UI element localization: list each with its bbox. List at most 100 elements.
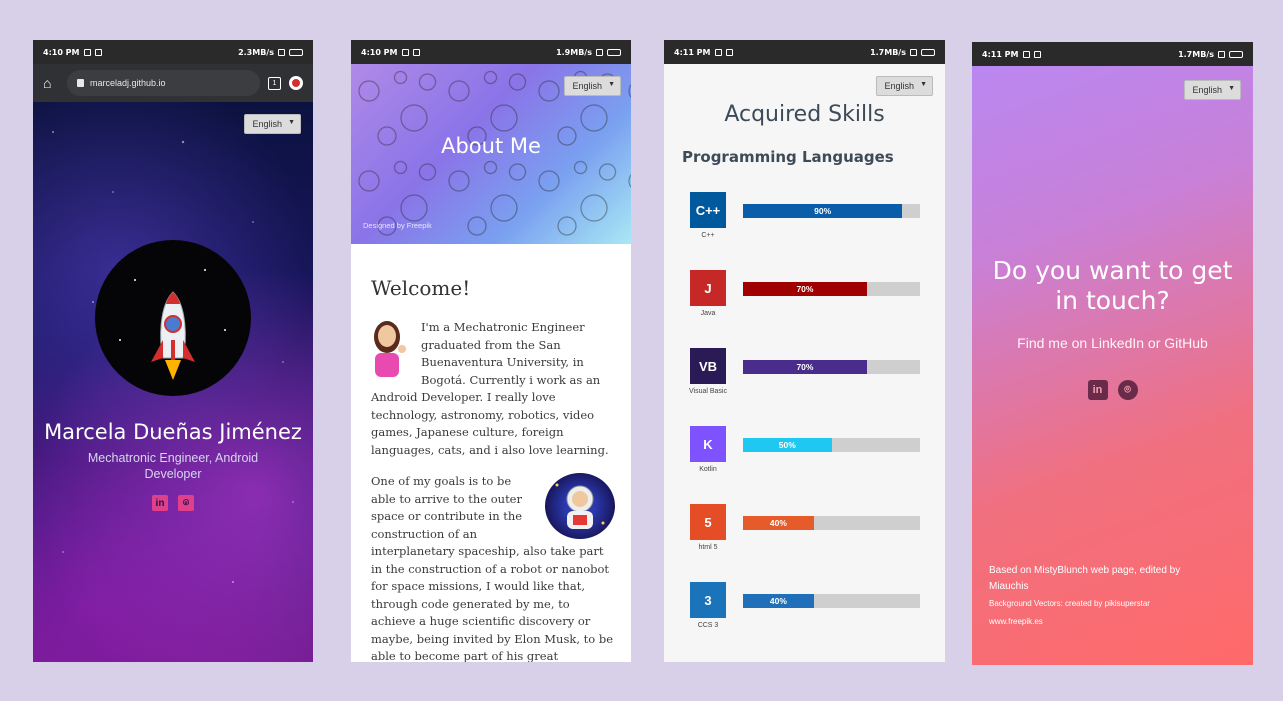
home-icon[interactable]: ⌂ (43, 75, 59, 91)
skill-progress-fill: 70% (743, 282, 867, 296)
dropdown-arrow-icon: ▼ (1228, 85, 1235, 92)
status-bar: 4:11 PM 1.7MB/s (972, 42, 1253, 66)
skill-logo: K Kotlin (688, 426, 728, 475)
network-speed: 2.3MB/s (238, 47, 274, 57)
signal-icon (910, 48, 917, 56)
battery-icon (921, 48, 935, 56)
skill-progress-bar: 40% (743, 594, 920, 608)
skill-progress-fill: 90% (743, 204, 903, 218)
phone-skills-screen: 4:11 PM 1.7MB/s English ▼ Acquired Skills… (664, 40, 945, 662)
battery-icon (607, 48, 621, 56)
skill-logo: 3 CCS 3 (688, 582, 728, 631)
skill-row: K Kotlin 50% (664, 426, 945, 486)
screen-icon (725, 48, 733, 56)
language-select[interactable]: English ▼ (244, 114, 301, 134)
skill-logo: VB Visual Basic (688, 348, 728, 397)
phone-contact-screen: 4:11 PM 1.7MB/s English ▼ Do you want to … (972, 42, 1253, 665)
welcome-heading: Welcome! (371, 276, 471, 300)
notification-icon (83, 48, 91, 56)
skill-progress-fill: 70% (743, 360, 867, 374)
skill-progress-bar: 90% (743, 204, 920, 218)
skill-name: Kotlin (699, 466, 717, 473)
skills-title: Acquired Skills (724, 102, 885, 127)
skill-logo-icon: VB (690, 348, 726, 384)
skill-progress-bar: 70% (743, 360, 920, 374)
github-icon[interactable]: ⌾ (1117, 380, 1138, 400)
footer-credit: Based on MistyBlunch web page, edited by… (989, 565, 1181, 592)
network-speed: 1.9MB/s (556, 47, 592, 57)
dropdown-arrow-icon: ▼ (288, 119, 295, 126)
browser-address-bar: ⌂ marceladj.github.io 1 (33, 64, 313, 102)
linkedin-icon[interactable]: in (1087, 380, 1108, 400)
language-value: English (884, 81, 914, 91)
language-value: English (572, 81, 602, 91)
language-select[interactable]: English ▼ (564, 76, 621, 96)
skill-logo-icon: J (690, 270, 726, 306)
notification-icon (714, 48, 722, 56)
girl-avatar-icon (374, 321, 406, 377)
signal-icon (596, 48, 603, 56)
status-time: 4:11 PM (674, 47, 711, 57)
language-select[interactable]: English ▼ (876, 76, 933, 96)
skill-progress-bar: 50% (743, 438, 920, 452)
tabs-button[interactable]: 1 (268, 76, 281, 90)
status-bar: 4:10 PM 1.9MB/s (351, 40, 631, 64)
dropdown-arrow-icon: ▼ (920, 81, 927, 88)
about-text: I'm a Mechatronic Engineer graduated fro… (371, 319, 615, 662)
linkedin-icon[interactable]: in (152, 495, 168, 511)
language-value: English (252, 119, 282, 129)
skill-row: J Java 70% (664, 270, 945, 330)
battery-icon (1229, 50, 1243, 58)
image-credit: Designed by Freepik (363, 221, 432, 230)
skill-name: Visual Basic (688, 388, 727, 395)
about-title: About Me (441, 134, 541, 158)
phone-about-screen: 4:10 PM 1.9MB/s English ▼ About Me Design… (351, 40, 631, 662)
dropdown-arrow-icon: ▼ (608, 81, 615, 88)
url-text: marceladj.github.io (90, 78, 166, 88)
notification-icon (401, 48, 409, 56)
skill-name: html 5 (698, 544, 718, 551)
astronaut-image (545, 473, 615, 539)
lock-icon (77, 79, 84, 87)
skills-section-heading: Programming Languages (682, 148, 894, 166)
network-speed: 1.7MB/s (1178, 49, 1214, 59)
skill-name: CCS 3 (697, 622, 719, 629)
url-field[interactable]: marceladj.github.io (67, 70, 260, 96)
skill-logo-icon: 3 (690, 582, 726, 618)
notification-icon (1022, 50, 1030, 58)
network-speed: 1.7MB/s (870, 47, 906, 57)
battery-icon (289, 48, 303, 56)
github-icon[interactable]: ⌾ (178, 495, 194, 511)
skill-logo-icon: C++ (690, 192, 726, 228)
language-value: English (1192, 85, 1222, 95)
astronaut-icon (555, 483, 605, 529)
skill-row: 3 CCS 3 40% (664, 582, 945, 642)
footer-vectors-credit: Background Vectors: created by pikisuper… (989, 599, 1150, 608)
skill-progress-bar: 70% (743, 282, 920, 296)
status-time: 4:11 PM (982, 49, 1019, 59)
profile-subtitle: Mechatronic Engineer, Android Developer (87, 451, 259, 481)
screen-icon (412, 48, 420, 56)
skill-row: C++ C++ 90% (664, 192, 945, 252)
skill-logo: J Java (688, 270, 728, 319)
contact-social-links: in ⌾ (972, 380, 1253, 400)
footer-link[interactable]: www.freepik.es (989, 617, 1043, 626)
skill-logo: C++ C++ (688, 192, 728, 241)
status-bar: 4:11 PM 1.7MB/s (664, 40, 945, 64)
skill-logo: 5 html 5 (688, 504, 728, 553)
signal-icon (1218, 50, 1225, 58)
status-time: 4:10 PM (43, 47, 80, 57)
contact-title: Do you want to get in touch? (992, 256, 1233, 315)
language-select[interactable]: English ▼ (1184, 80, 1241, 100)
social-links: in ⌾ (33, 495, 313, 511)
skill-logo-icon: 5 (690, 504, 726, 540)
skill-logo-icon: K (690, 426, 726, 462)
screen-icon (94, 48, 102, 56)
status-bar: 4:10 PM 2.3MB/s (33, 40, 313, 64)
profile-icon[interactable] (289, 76, 303, 90)
skill-row: 5 html 5 40% (664, 504, 945, 564)
rocket-avatar (95, 240, 251, 396)
contact-subtitle: Find me on LinkedIn or GitHub (1017, 335, 1208, 351)
skill-progress-fill: 40% (743, 594, 814, 608)
skill-name: C++ (701, 232, 715, 239)
